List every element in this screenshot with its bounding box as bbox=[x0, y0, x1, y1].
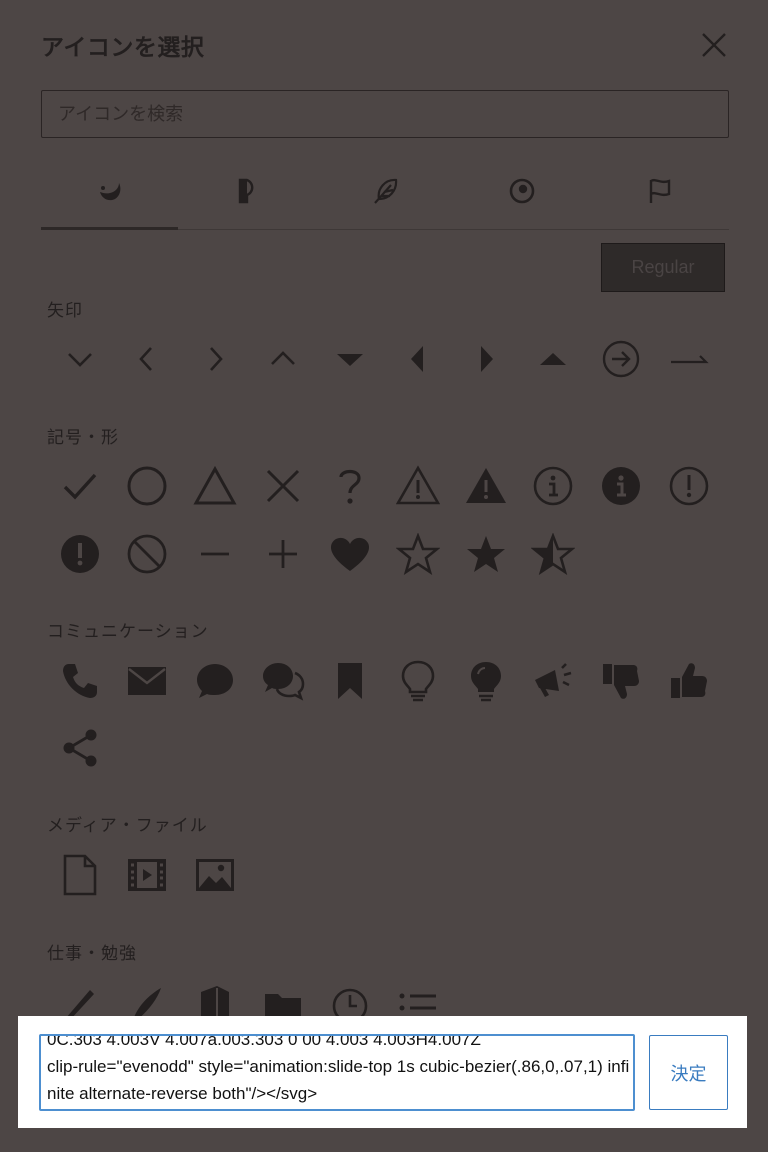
section-label-communication: コミュニケーション bbox=[47, 622, 209, 642]
feather-icon bbox=[373, 178, 397, 204]
lightbulb-outline-icon[interactable] bbox=[390, 653, 446, 709]
chevron-down-icon[interactable] bbox=[52, 331, 108, 387]
flag-icon bbox=[649, 178, 670, 203]
mail-icon[interactable] bbox=[119, 653, 175, 709]
category-tabs bbox=[41, 155, 729, 230]
exclamation-outline-icon[interactable] bbox=[661, 458, 717, 514]
caret-down-icon[interactable] bbox=[322, 331, 378, 387]
star-outline-icon[interactable] bbox=[390, 526, 446, 582]
section-label-work: 仕事・勉強 bbox=[47, 944, 137, 964]
footer-bar: 0C.303 4.003V 4.007a.003.303 0 00 4.003 … bbox=[18, 1016, 747, 1128]
target-icon bbox=[509, 178, 534, 204]
style-select-button[interactable]: Regular bbox=[601, 243, 725, 292]
question-icon[interactable] bbox=[322, 458, 378, 514]
brush-splash-icon bbox=[99, 183, 120, 201]
image-icon[interactable] bbox=[187, 847, 243, 903]
circle-icon[interactable] bbox=[119, 458, 175, 514]
chevron-left-icon[interactable] bbox=[119, 331, 175, 387]
thumbs-up-icon[interactable] bbox=[661, 653, 717, 709]
triangle-icon[interactable] bbox=[187, 458, 243, 514]
circle-arrow-right-icon[interactable] bbox=[593, 331, 649, 387]
dialog-title: アイコンを選択 bbox=[41, 35, 205, 61]
section-label-symbols: 記号・形 bbox=[47, 428, 119, 448]
section-label-media: メディア・ファイル bbox=[47, 816, 208, 836]
info-filled-icon[interactable] bbox=[593, 458, 649, 514]
warning-outline-icon[interactable] bbox=[390, 458, 446, 514]
lightbulb-filled-icon[interactable] bbox=[458, 653, 514, 709]
film-icon[interactable] bbox=[119, 847, 175, 903]
caret-up-icon[interactable] bbox=[525, 331, 581, 387]
caret-left-icon[interactable] bbox=[390, 331, 446, 387]
star-filled-icon[interactable] bbox=[458, 526, 514, 582]
x-icon[interactable] bbox=[255, 458, 311, 514]
megaphone-icon[interactable] bbox=[525, 653, 581, 709]
tab-flag[interactable] bbox=[591, 155, 728, 227]
info-outline-icon[interactable] bbox=[525, 458, 581, 514]
tab-feather[interactable] bbox=[316, 155, 453, 227]
heart-icon[interactable] bbox=[322, 526, 378, 582]
long-arrow-right-icon[interactable] bbox=[661, 331, 717, 387]
tab-brush[interactable] bbox=[41, 155, 178, 230]
phone-icon[interactable] bbox=[52, 653, 108, 709]
palette-icon bbox=[238, 178, 253, 204]
speech-bubbles-icon[interactable] bbox=[255, 653, 311, 709]
thumbs-down-icon[interactable] bbox=[593, 653, 649, 709]
icon-picker-dialog: アイコンを選択 アイコンを検索 Regular 矢印 記号・形 コミュニケーショ… bbox=[0, 0, 768, 1152]
prohibited-icon[interactable] bbox=[119, 526, 175, 582]
warning-filled-icon[interactable] bbox=[458, 458, 514, 514]
plus-icon[interactable] bbox=[255, 526, 311, 582]
exclamation-filled-icon[interactable] bbox=[52, 526, 108, 582]
svg-code-text[interactable]: 0C.303 4.003V 4.007a.003.303 0 00 4.003 … bbox=[41, 1036, 633, 1107]
svg-code-field[interactable]: 0C.303 4.003V 4.007a.003.303 0 00 4.003 … bbox=[39, 1034, 635, 1111]
submit-button[interactable]: 決定 bbox=[649, 1035, 728, 1110]
caret-right-icon[interactable] bbox=[458, 331, 514, 387]
icon-search-input[interactable] bbox=[41, 90, 729, 138]
speech-bubble-icon[interactable] bbox=[187, 653, 243, 709]
close-icon[interactable] bbox=[699, 30, 729, 60]
bookmark-icon[interactable] bbox=[322, 653, 378, 709]
minus-icon[interactable] bbox=[187, 526, 243, 582]
chevron-right-icon[interactable] bbox=[187, 331, 243, 387]
check-icon[interactable] bbox=[52, 458, 108, 514]
chevron-up-icon[interactable] bbox=[255, 331, 311, 387]
share-icon[interactable] bbox=[52, 720, 108, 776]
section-label-arrows: 矢印 bbox=[47, 301, 83, 321]
file-icon[interactable] bbox=[52, 847, 108, 903]
star-half-icon[interactable] bbox=[525, 526, 581, 582]
tab-palette[interactable] bbox=[178, 155, 315, 227]
tab-target[interactable] bbox=[453, 155, 590, 227]
